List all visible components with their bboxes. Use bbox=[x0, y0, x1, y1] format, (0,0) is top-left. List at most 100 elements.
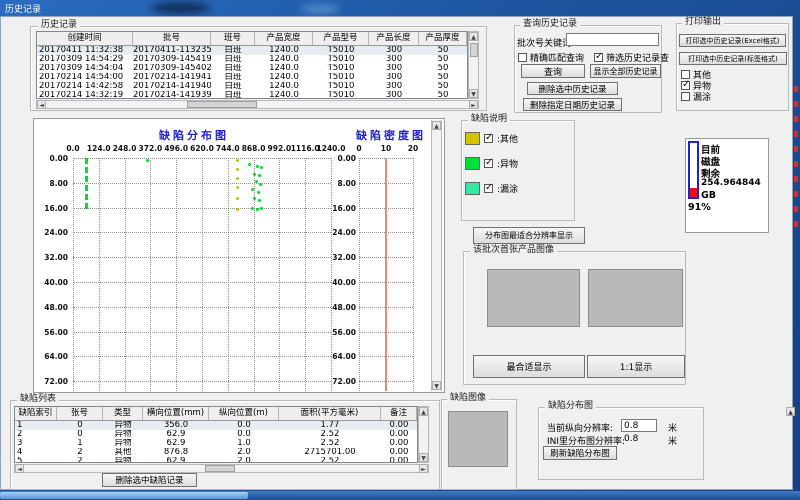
column-header[interactable]: 面积(平方毫米) bbox=[279, 407, 381, 420]
taskbar-button[interactable] bbox=[0, 492, 248, 499]
cell: 白班 bbox=[211, 73, 255, 82]
table-row[interactable]: 20170214 14:54:0020170214-141941白班1240.0… bbox=[37, 73, 467, 82]
y-tick-label: 64.00 bbox=[40, 352, 68, 361]
table-row[interactable]: 20异物62.90.02.520.00 bbox=[15, 430, 417, 439]
density-chart-title: 缺陷密度图 bbox=[356, 127, 418, 143]
checkbox-icon[interactable] bbox=[484, 184, 493, 193]
scroll-up-icon[interactable]: ▲ bbox=[419, 407, 428, 416]
table-row[interactable]: 42其他876.82.02715701.000.00 bbox=[15, 448, 417, 457]
checkbox-icon[interactable] bbox=[594, 53, 603, 62]
cell: 20170214-141940 bbox=[133, 82, 211, 91]
defect-table[interactable]: 缺陷索引张号类型横向位置(mm)纵向位置(m)面积(平方毫米)备注10异物356… bbox=[14, 406, 418, 463]
defect-point bbox=[251, 207, 254, 210]
delete-selected-history-button[interactable]: 删除选中历史记录 bbox=[527, 82, 618, 95]
table-row[interactable]: 31异物62.91.02.520.00 bbox=[15, 439, 417, 448]
print-miss-checkbox[interactable]: 漏涂 bbox=[681, 90, 711, 103]
scroll-up-icon[interactable]: ▲ bbox=[432, 121, 441, 130]
column-header[interactable]: 缺陷索引 bbox=[15, 407, 57, 420]
delete-by-date-button[interactable]: 删除指定日期历史记录 bbox=[523, 98, 622, 111]
scroll-left-icon[interactable]: ◄ bbox=[15, 464, 24, 473]
chart-vscrollbar[interactable]: ▲ ▼ bbox=[431, 120, 442, 391]
column-header[interactable]: 班号 bbox=[211, 32, 255, 45]
exact-match-checkbox[interactable]: 精确匹配查询 bbox=[518, 51, 584, 64]
legend-item: :其他 bbox=[465, 132, 518, 145]
scroll-right-icon[interactable]: ► bbox=[419, 464, 428, 473]
cell: 0 bbox=[57, 430, 103, 439]
history-table[interactable]: 创建时间批号班号产品宽度产品型号产品长度产品厚度20170411 11:32:3… bbox=[36, 31, 468, 99]
table-row[interactable]: 20170214 14:42:5820170214-141940白班1240.0… bbox=[37, 82, 467, 91]
column-header[interactable]: 产品长度 bbox=[369, 32, 419, 45]
cell: 20170309-145402 bbox=[133, 64, 211, 73]
cell: 3 bbox=[15, 439, 57, 448]
scroll-up-icon[interactable]: ▲ bbox=[786, 407, 795, 416]
cell: 5 bbox=[15, 457, 57, 463]
cell: 2.52 bbox=[279, 457, 381, 463]
scroll-down-icon[interactable]: ▼ bbox=[469, 89, 478, 98]
cell: T5010 bbox=[313, 82, 369, 91]
history-table-vscrollbar[interactable]: ▲ ▼ bbox=[468, 31, 479, 99]
cell: 50 bbox=[419, 55, 467, 64]
scroll-left-icon[interactable]: ◄ bbox=[37, 100, 46, 109]
column-header[interactable]: 产品宽度 bbox=[255, 32, 313, 45]
cell: 1 bbox=[15, 421, 57, 430]
defect-table-vscrollbar[interactable]: ▲ ▼ bbox=[418, 406, 429, 463]
column-header[interactable]: 张号 bbox=[57, 407, 103, 420]
column-header[interactable]: 类型 bbox=[103, 407, 143, 420]
defect-point bbox=[253, 197, 256, 200]
print-excel-button[interactable]: 打印选中历史记录(Excel格式) bbox=[679, 34, 786, 47]
checkbox-icon[interactable] bbox=[681, 70, 690, 79]
table-row[interactable]: 10异物356.00.01.770.00 bbox=[15, 421, 417, 430]
scroll-down-icon[interactable]: ▼ bbox=[419, 453, 428, 462]
legend-color-swatch bbox=[465, 157, 480, 170]
scroll-right-icon[interactable]: ► bbox=[469, 100, 478, 109]
column-header[interactable]: 批号 bbox=[133, 32, 211, 45]
checkbox-icon[interactable] bbox=[518, 53, 527, 62]
column-header[interactable]: 纵向位置(m) bbox=[209, 407, 279, 420]
defect-table-hscrollbar[interactable]: ◄ ► bbox=[14, 464, 429, 473]
column-header[interactable]: 产品厚度 bbox=[419, 32, 467, 45]
cell: 62.9 bbox=[143, 457, 209, 463]
search-button[interactable]: 查询 bbox=[521, 64, 585, 78]
defect-point bbox=[253, 173, 256, 176]
column-header[interactable]: 创建时间 bbox=[37, 32, 133, 45]
table-row[interactable]: 52异物62.92.02.520.00 bbox=[15, 457, 417, 463]
fit-resolution-button[interactable]: 分布图最适合分辨率显示 bbox=[473, 227, 585, 244]
product-image-2 bbox=[588, 269, 683, 327]
filter-history-checkbox[interactable]: 筛选历史记录查 bbox=[594, 51, 669, 64]
x-tick-label: 10 bbox=[371, 144, 401, 153]
scrollbar-thumb[interactable] bbox=[187, 101, 257, 108]
scrollbar-thumb[interactable] bbox=[470, 43, 478, 57]
current-resolution-input[interactable] bbox=[621, 419, 657, 432]
scrollbar-thumb[interactable] bbox=[205, 465, 235, 472]
one-to-one-display-button[interactable]: 1:1显示 bbox=[587, 355, 685, 378]
checkbox-icon[interactable] bbox=[681, 92, 690, 101]
defect-point bbox=[236, 186, 239, 189]
checkbox-icon[interactable] bbox=[681, 81, 690, 90]
column-header[interactable]: 备注 bbox=[381, 407, 417, 420]
table-row[interactable]: 20170411 11:32:3820170411-113235白班1240.0… bbox=[37, 46, 467, 55]
column-header[interactable]: 横向位置(mm) bbox=[143, 407, 209, 420]
scroll-up-icon[interactable]: ▲ bbox=[469, 32, 478, 41]
resolution-group-title: 缺陷分布图 bbox=[545, 401, 596, 412]
checkbox-icon[interactable] bbox=[484, 159, 493, 168]
checkbox-icon[interactable] bbox=[484, 134, 493, 143]
legend-group-title: 缺陷说明 bbox=[468, 114, 510, 125]
scroll-down-icon[interactable]: ▼ bbox=[432, 381, 441, 390]
table-row[interactable]: 20170309 14:54:2920170309-145419白班1240.0… bbox=[37, 55, 467, 64]
cell: 白班 bbox=[211, 55, 255, 64]
cell: 300 bbox=[369, 91, 419, 99]
table-row[interactable]: 20170309 14:54:0420170309-145402白班1240.0… bbox=[37, 64, 467, 73]
keyword-input[interactable] bbox=[566, 33, 659, 46]
delete-selected-defect-button[interactable]: 删除选中缺陷记录 bbox=[102, 473, 197, 487]
cell: 50 bbox=[419, 91, 467, 99]
defect-dash bbox=[85, 194, 88, 200]
best-fit-display-button[interactable]: 最合适显示 bbox=[473, 355, 585, 378]
refresh-distribution-button[interactable]: 刷新缺陷分布图 bbox=[543, 446, 617, 460]
history-table-hscrollbar[interactable]: ◄ ► bbox=[36, 100, 479, 109]
show-all-button[interactable]: 显示全部历史记录 bbox=[590, 64, 661, 78]
distribution-chart-title: 缺陷分布图 bbox=[134, 127, 254, 143]
column-header[interactable]: 产品型号 bbox=[313, 32, 369, 45]
table-row[interactable]: 20170214 14:32:1920170214-141939白班1240.0… bbox=[37, 91, 467, 99]
print-label-button[interactable]: 打印选中历史记录(标签格式) bbox=[679, 52, 787, 65]
defect-dash bbox=[85, 158, 88, 164]
